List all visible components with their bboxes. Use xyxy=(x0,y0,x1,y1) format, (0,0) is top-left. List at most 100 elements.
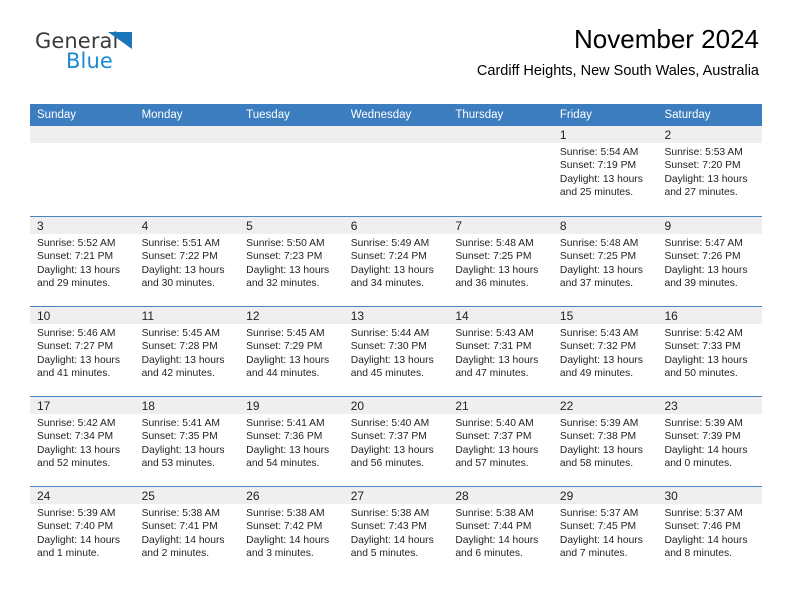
sunset-text: Sunset: 7:25 PM xyxy=(455,251,532,263)
day-number-band xyxy=(134,126,240,143)
day-number: 12 xyxy=(246,309,260,323)
day-cell: 7 Sunrise: 5:48 AM Sunset: 7:25 PM Dayli… xyxy=(448,217,553,306)
day-cell: 30 Sunrise: 5:37 AM Sunset: 7:46 PM Dayl… xyxy=(657,487,763,576)
daylight-text-line1: Daylight: 13 hours xyxy=(141,354,225,366)
daylight-text-line2: and 8 minutes. xyxy=(664,547,733,559)
day-cell xyxy=(30,126,135,216)
daylight-text-line1: Daylight: 13 hours xyxy=(141,444,225,456)
day-number: 18 xyxy=(141,399,155,413)
daylight-text-line1: Daylight: 13 hours xyxy=(350,264,434,276)
sunrise-text: Sunrise: 5:39 AM xyxy=(37,508,116,519)
day-cell: 10 Sunrise: 5:46 AM Sunset: 7:27 PM Dayl… xyxy=(30,307,135,396)
sunrise-text: Sunrise: 5:52 AM xyxy=(37,238,116,249)
daylight-text-line1: Daylight: 13 hours xyxy=(350,354,434,366)
day-details: Sunrise: 5:49 AM Sunset: 7:24 PM Dayligh… xyxy=(344,234,449,290)
sunset-text: Sunset: 7:23 PM xyxy=(246,251,323,263)
sunrise-text: Sunrise: 5:42 AM xyxy=(664,328,743,339)
day-cell: 19 Sunrise: 5:41 AM Sunset: 7:36 PM Dayl… xyxy=(239,397,344,486)
day-details: Sunrise: 5:45 AM Sunset: 7:28 PM Dayligh… xyxy=(135,324,240,380)
day-cell: 29 Sunrise: 5:37 AM Sunset: 7:45 PM Dayl… xyxy=(552,487,658,576)
sunset-text: Sunset: 7:37 PM xyxy=(455,431,532,443)
week-row: 10 Sunrise: 5:46 AM Sunset: 7:27 PM Dayl… xyxy=(30,306,763,396)
day-number-band: 20 xyxy=(343,397,449,414)
sunrise-text: Sunrise: 5:51 AM xyxy=(141,238,220,249)
daylight-text-line1: Daylight: 13 hours xyxy=(350,444,434,456)
daylight-text-line1: Daylight: 14 hours xyxy=(141,534,225,546)
day-details: Sunrise: 5:42 AM Sunset: 7:34 PM Dayligh… xyxy=(30,414,135,470)
daylight-text-line2: and 6 minutes. xyxy=(455,547,523,559)
day-cell: 28 Sunrise: 5:38 AM Sunset: 7:44 PM Dayl… xyxy=(448,487,553,576)
daylight-text-line1: Daylight: 13 hours xyxy=(455,444,539,456)
daylight-text-line1: Daylight: 13 hours xyxy=(246,354,330,366)
day-cell: 12 Sunrise: 5:45 AM Sunset: 7:29 PM Dayl… xyxy=(239,307,344,396)
day-details xyxy=(448,143,553,146)
day-number: 3 xyxy=(37,219,44,233)
day-details: Sunrise: 5:51 AM Sunset: 7:22 PM Dayligh… xyxy=(135,234,240,290)
day-number-band: 28 xyxy=(448,487,553,504)
sunset-text: Sunset: 7:41 PM xyxy=(141,521,218,533)
day-number: 26 xyxy=(246,489,260,503)
daylight-text-line2: and 47 minutes. xyxy=(455,367,529,379)
day-number-band: 22 xyxy=(552,397,658,414)
page-title: November 2024 xyxy=(574,24,759,54)
week-row: 3 Sunrise: 5:52 AM Sunset: 7:21 PM Dayli… xyxy=(30,216,763,306)
day-details xyxy=(344,143,449,146)
day-details: Sunrise: 5:40 AM Sunset: 7:37 PM Dayligh… xyxy=(344,414,449,470)
weekday-header-tuesday: Tuesday xyxy=(246,109,290,121)
daylight-text-line2: and 39 minutes. xyxy=(664,277,738,289)
sunrise-text: Sunrise: 5:43 AM xyxy=(455,328,534,339)
day-details xyxy=(135,143,240,146)
day-details: Sunrise: 5:50 AM Sunset: 7:23 PM Dayligh… xyxy=(239,234,344,290)
sunset-text: Sunset: 7:37 PM xyxy=(350,431,427,443)
day-cell: 22 Sunrise: 5:39 AM Sunset: 7:38 PM Dayl… xyxy=(552,397,658,486)
day-cell xyxy=(239,126,344,216)
day-number-band: 10 xyxy=(30,307,135,324)
daylight-text-line1: Daylight: 13 hours xyxy=(559,354,643,366)
sunrise-text: Sunrise: 5:48 AM xyxy=(559,238,639,249)
day-cell: 15 Sunrise: 5:43 AM Sunset: 7:32 PM Dayl… xyxy=(552,307,658,396)
day-details: Sunrise: 5:48 AM Sunset: 7:25 PM Dayligh… xyxy=(553,234,658,290)
sunrise-text: Sunrise: 5:48 AM xyxy=(455,238,534,249)
day-details: Sunrise: 5:38 AM Sunset: 7:43 PM Dayligh… xyxy=(344,504,449,560)
day-cell: 6 Sunrise: 5:49 AM Sunset: 7:24 PM Dayli… xyxy=(343,217,449,306)
day-details: Sunrise: 5:40 AM Sunset: 7:37 PM Dayligh… xyxy=(448,414,553,470)
day-number: 15 xyxy=(559,309,574,323)
sunrise-text: Sunrise: 5:38 AM xyxy=(141,508,220,519)
day-number: 14 xyxy=(455,309,469,323)
day-number-band: 6 xyxy=(343,217,449,234)
weekday-header-row: Sunday Monday Tuesday Wednesday Thursday… xyxy=(30,104,762,126)
daylight-text-line2: and 58 minutes. xyxy=(559,457,634,469)
day-details: Sunrise: 5:39 AM Sunset: 7:40 PM Dayligh… xyxy=(30,504,135,560)
day-details: Sunrise: 5:37 AM Sunset: 7:45 PM Dayligh… xyxy=(553,504,658,560)
daylight-text-line1: Daylight: 13 hours xyxy=(37,354,120,366)
generalblue-logo[interactable]: General Blue xyxy=(35,29,215,77)
daylight-text-line1: Daylight: 14 hours xyxy=(350,534,434,546)
day-number-band: 1 xyxy=(552,126,658,143)
sunrise-text: Sunrise: 5:39 AM xyxy=(664,418,743,429)
day-number: 24 xyxy=(37,489,51,503)
day-number-band: 2 xyxy=(657,126,763,143)
daylight-text-line2: and 50 minutes. xyxy=(664,367,738,379)
sunset-text: Sunset: 7:40 PM xyxy=(37,521,114,533)
day-details: Sunrise: 5:43 AM Sunset: 7:31 PM Dayligh… xyxy=(448,324,553,380)
day-number: 19 xyxy=(246,399,260,413)
weekday-header-thursday: Thursday xyxy=(455,109,504,121)
sunset-text: Sunset: 7:22 PM xyxy=(141,251,218,263)
sunrise-text: Sunrise: 5:54 AM xyxy=(559,147,639,158)
day-details: Sunrise: 5:39 AM Sunset: 7:39 PM Dayligh… xyxy=(657,414,762,470)
day-number-band xyxy=(448,126,553,143)
daylight-text-line2: and 37 minutes. xyxy=(559,277,634,289)
daylight-text-line2: and 45 minutes. xyxy=(350,367,425,379)
daylight-text-line2: and 36 minutes. xyxy=(455,277,529,289)
day-number: 11 xyxy=(141,309,155,323)
sunset-text: Sunset: 7:35 PM xyxy=(141,431,218,443)
daylight-text-line2: and 49 minutes. xyxy=(559,367,634,379)
day-details: Sunrise: 5:38 AM Sunset: 7:44 PM Dayligh… xyxy=(448,504,553,560)
day-cell xyxy=(343,126,449,216)
sunrise-text: Sunrise: 5:45 AM xyxy=(246,328,325,339)
day-number-band: 4 xyxy=(134,217,240,234)
day-details: Sunrise: 5:47 AM Sunset: 7:26 PM Dayligh… xyxy=(657,234,762,290)
sunrise-text: Sunrise: 5:50 AM xyxy=(246,238,325,249)
day-number-band: 26 xyxy=(239,487,344,504)
day-number-band: 11 xyxy=(134,307,240,324)
